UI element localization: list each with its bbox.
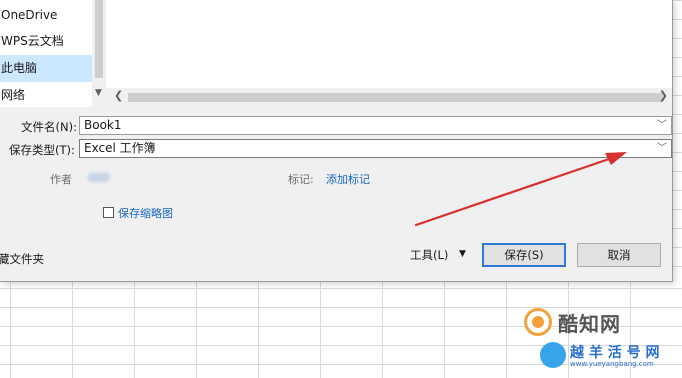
tags-label: 标记:: [288, 173, 314, 186]
save-as-dialog: OneDrive WPS云文档 此电脑 网络 ▼ ❮ ❯ 文件名(N): Boo…: [0, 0, 673, 282]
watermark-url: www.yueyangbang.com: [570, 360, 654, 368]
scrollbar-thumb[interactable]: [95, 0, 103, 78]
filename-label: 文件名(N):: [21, 120, 77, 134]
watermark-text-secondary: 越 羊 活 号 网: [570, 345, 660, 361]
file-list-horizontal-scrollbar[interactable]: ❮ ❯: [106, 88, 672, 107]
watermark-logo-icon: [524, 308, 552, 336]
scrollbar-thumb[interactable]: [128, 93, 663, 102]
tools-menu-button[interactable]: 工具(L): [410, 247, 448, 263]
filetype-value: Excel 工作簿: [84, 141, 156, 155]
chevron-right-icon[interactable]: ❯: [659, 89, 668, 102]
filename-input[interactable]: Book1 ﹀: [79, 116, 672, 135]
nav-item-wps-cloud[interactable]: WPS云文档: [0, 28, 92, 55]
watermark: 酷知网 越 羊 活 号 网 www.yueyangbang.com: [518, 300, 682, 378]
save-thumbnail-checkbox[interactable]: [103, 207, 114, 218]
save-thumbnail-label[interactable]: 保存缩略图: [118, 205, 173, 221]
filetype-label: 保存类型(T):: [9, 143, 75, 157]
filename-value: Book1: [84, 118, 122, 132]
chevron-down-icon[interactable]: ﹀: [657, 117, 667, 134]
navigation-pane: OneDrive WPS云文档 此电脑 网络 ▼: [0, 0, 106, 107]
nav-item-this-pc[interactable]: 此电脑: [0, 55, 92, 82]
watermark-badge-icon: [540, 342, 566, 368]
chevron-down-icon[interactable]: ▼: [95, 88, 102, 98]
author-label: 作者: [50, 173, 72, 186]
chevron-left-icon[interactable]: ❮: [114, 89, 123, 102]
navigation-list: OneDrive WPS云文档 此电脑 网络: [0, 0, 92, 107]
filetype-select[interactable]: Excel 工作簿 ﹀: [79, 139, 672, 158]
nav-item-network[interactable]: 网络: [0, 82, 92, 107]
cancel-button[interactable]: 取消: [577, 243, 661, 267]
caret-down-icon[interactable]: ▼: [459, 249, 466, 259]
chevron-down-icon[interactable]: ﹀: [657, 140, 667, 157]
watermark-text: 酷知网: [558, 312, 621, 336]
add-tags-link[interactable]: 添加标记: [326, 171, 370, 187]
nav-item-onedrive[interactable]: OneDrive: [0, 0, 92, 28]
hide-folders-toggle[interactable]: 藏文件夹: [0, 251, 44, 267]
save-button[interactable]: 保存(S): [482, 243, 566, 267]
file-list-area[interactable]: [106, 0, 672, 88]
navigation-scrollbar[interactable]: ▼: [92, 0, 106, 107]
author-value-blurred[interactable]: [88, 173, 110, 182]
